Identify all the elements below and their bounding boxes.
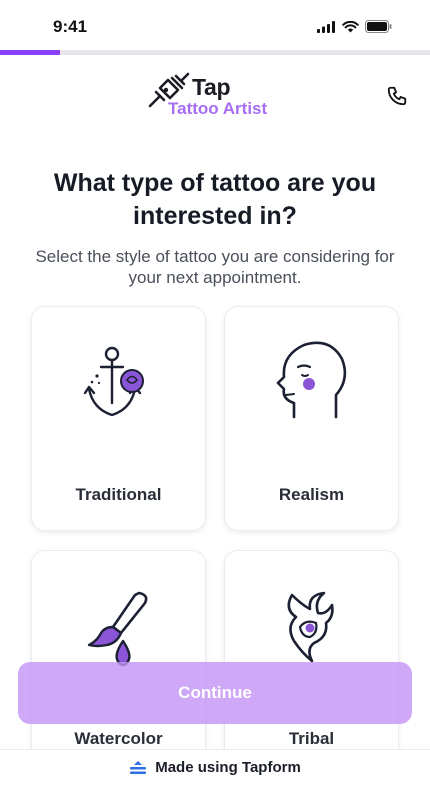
status-icons [317, 20, 392, 33]
brand-logo: Tap Tattoo Artist [146, 70, 286, 124]
option-label: Traditional [75, 485, 162, 504]
tapform-logo-icon [130, 760, 147, 774]
progress-fill [0, 50, 61, 55]
phone-icon [387, 86, 407, 106]
brand-name: Tap [192, 74, 231, 100]
progress-bar [0, 50, 430, 55]
option-realism[interactable]: Realism [224, 306, 399, 531]
status-time: 9:41 [53, 17, 88, 36]
option-traditional[interactable]: Traditional [31, 306, 206, 531]
question-title: What type of tattoo are you interested i… [53, 169, 377, 230]
battery-icon [365, 20, 392, 33]
tribal-flame-icon [287, 591, 334, 663]
wifi-icon [342, 20, 359, 32]
question-subtitle: Select the style of tattoo you are consi… [35, 247, 395, 287]
continue-button[interactable]: Continue [18, 662, 412, 724]
footer-text: Made using Tapform [155, 759, 301, 776]
call-button[interactable] [384, 83, 410, 109]
status-bar: 9:41 [0, 0, 430, 50]
option-label: Tribal [288, 729, 335, 748]
option-label: Watercolor [74, 729, 163, 748]
footer[interactable]: Made using Tapform [0, 749, 430, 785]
option-label: Realism [278, 485, 345, 504]
signal-icon [317, 20, 335, 33]
anchor-rose-icon [83, 346, 144, 417]
head-profile-icon [276, 341, 346, 419]
brand-tagline: Tattoo Artist [168, 99, 268, 118]
paintbrush-icon [87, 591, 147, 667]
